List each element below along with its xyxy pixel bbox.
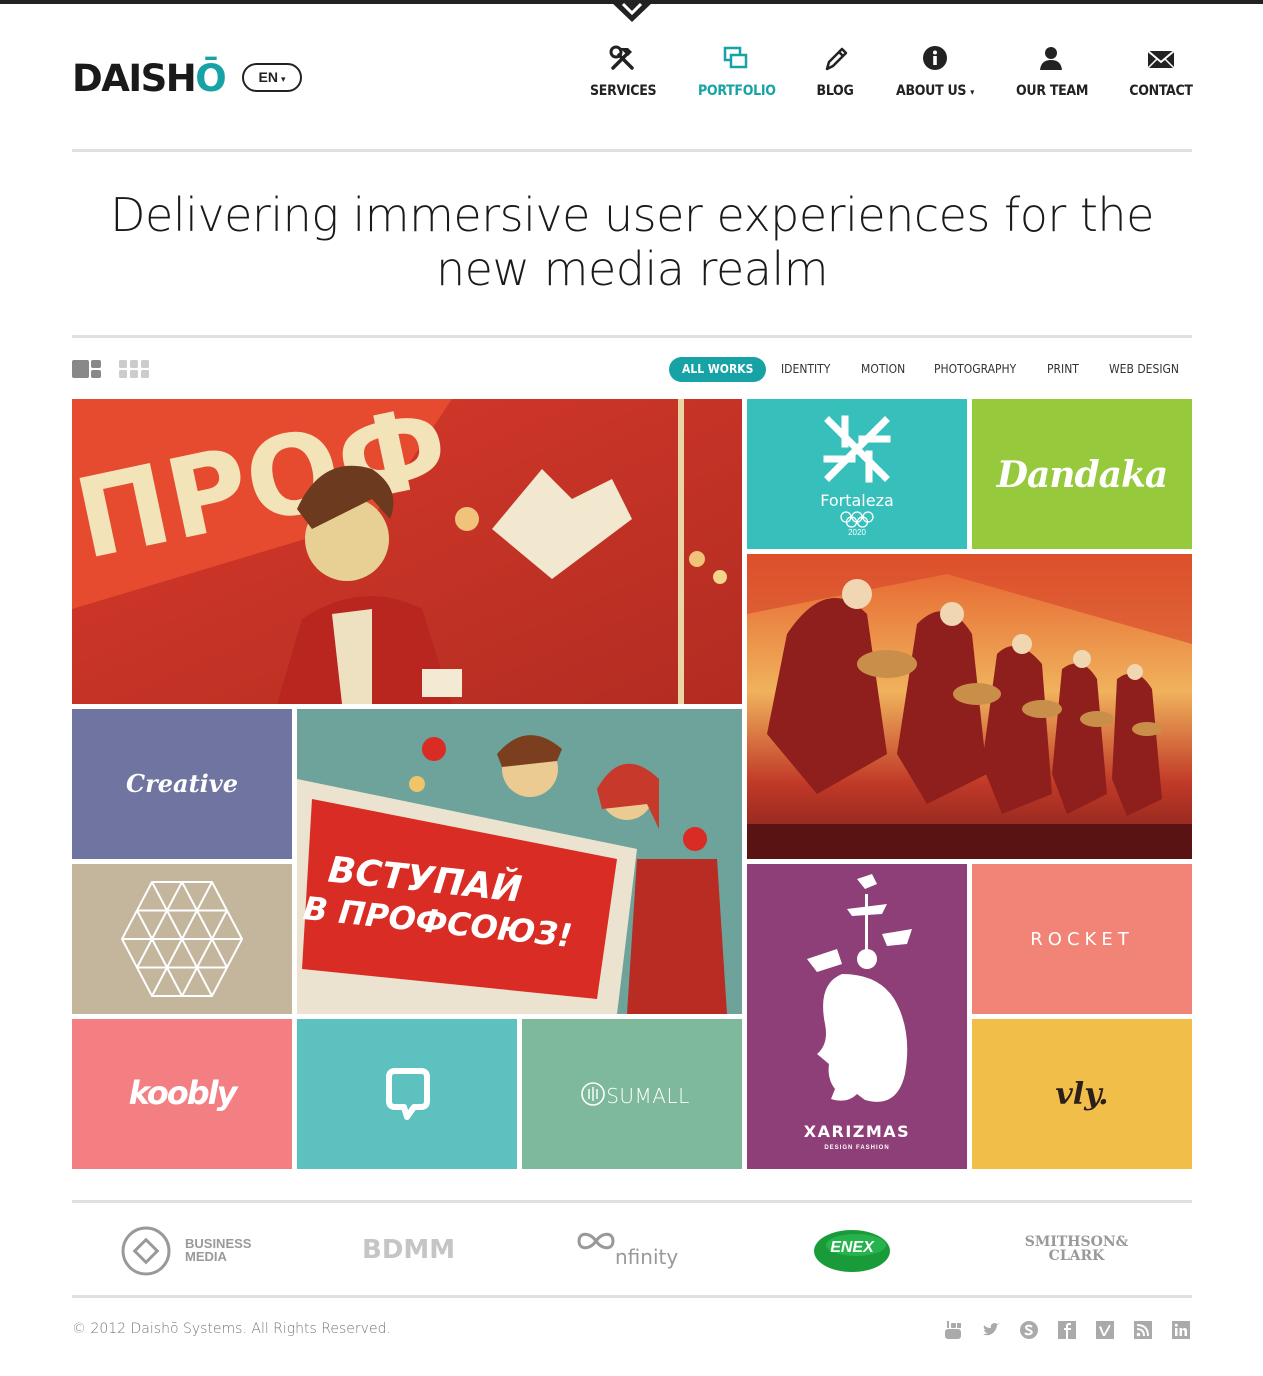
business-media-line2: MEDIA [185,1249,227,1264]
partner-business-media[interactable]: BUSINESS MEDIA [120,1215,270,1287]
filter-print[interactable]: PRINT [1047,357,1079,382]
portfolio-tile-vly[interactable]: vly. [972,1019,1192,1169]
envelope-icon [1147,50,1175,69]
fortaleza-name: Fortaleza [820,491,894,510]
infinity-logo-icon [577,1232,615,1250]
smithson-clark-logo: SMITHSON& CLARK [1024,1235,1129,1263]
nav-our-team-label: OUR TEAM [1016,83,1089,99]
partners-row: BUSINESS MEDIA BDMM nfinity ENEX SMITHSO… [72,1215,1192,1287]
partner-enex[interactable]: ENEX [812,1215,892,1287]
nav-about-us[interactable]: ABOUT US ▾ [894,44,976,104]
nav-services-label: SERVICES [590,83,657,99]
sumall-logo: SUMALL [606,1084,690,1108]
fortaleza-year: 2020 [848,528,866,537]
pencil-icon [825,47,848,71]
filter-web-design[interactable]: WEB DESIGN [1109,357,1179,382]
partner-smithson-clark[interactable]: SMITHSON& CLARK [1024,1215,1129,1287]
smithson-line1: SMITHSON& [1024,1234,1129,1250]
nav-contact-label: CONTACT [1129,83,1193,99]
skype-icon[interactable] [1019,1320,1039,1340]
nav-our-team[interactable]: OUR TEAM [1016,44,1089,104]
divider [72,149,1192,152]
portfolio-tile-creative[interactable]: Creative [72,709,292,859]
partner-infinity[interactable]: nfinity [575,1215,685,1287]
portfolio-tile-hexagon[interactable] [72,864,292,1014]
xarizmas-name: XARIZMAS [803,1122,911,1141]
nav-about-us-text: ABOUT US [896,83,967,99]
portfolio-tile-chat[interactable] [297,1019,517,1169]
headline-line-2: new media realm [435,242,829,296]
portfolio-windows-icon [723,46,748,69]
youtube-icon[interactable] [943,1320,963,1340]
koobly-logo: koobly [128,1074,238,1112]
hammer-wrench-icon [609,45,634,70]
person-icon [1040,47,1062,70]
portfolio-tile-koobly[interactable]: koobly [72,1019,292,1169]
nav-services[interactable]: SERVICES [590,44,657,104]
divider [72,1200,1192,1203]
portfolio-tile-dandaka[interactable]: Dandaka [972,399,1192,549]
portfolio-tile-fortaleza[interactable]: Fortaleza 2020 [747,399,967,549]
poster-illustration: ПРОФ [72,399,742,704]
portfolio-tile-workers-illustration[interactable] [747,554,1192,859]
fortaleza-logo [823,415,891,528]
nav-portfolio-label: PORTFOLIO [698,83,776,99]
chat-bubble-icon [386,1068,430,1120]
copyright-text: © 2012 Daishō Systems. All Rights Reserv… [72,1321,391,1337]
business-media-logo-icon [121,1226,171,1276]
divider [72,335,1192,338]
dandaka-logo: Dandaka [996,454,1169,496]
business-media-name: BUSINESS MEDIA [185,1237,251,1263]
rocket-logo: ROCKET [1030,929,1134,950]
facebook-icon[interactable] [1057,1320,1077,1340]
portfolio-tile-rocket[interactable]: ROCKET [972,864,1192,1014]
filter-all-works[interactable]: ALL WORKS [669,357,767,382]
linkedin-icon[interactable] [1171,1320,1191,1340]
nav-blog[interactable]: BLOG [815,44,855,104]
portfolio-tile-xarizmas[interactable]: XARIZMAS DESIGN FASHION [747,864,967,1169]
twitter-icon[interactable] [981,1320,1001,1340]
smithson-line2: CLARK [1048,1248,1105,1264]
filter-identity[interactable]: IDENTITY [781,357,830,382]
filter-photography[interactable]: PHOTOGRAPHY [934,357,1016,382]
chevron-down-icon: ▾ [970,88,974,98]
partner-bdmm[interactable]: BDMM [362,1215,456,1287]
creative-logo: Creative [126,769,238,798]
divider [72,1295,1192,1298]
infinity-logo-text: nfinity [615,1245,679,1269]
portfolio-filters: ALL WORKS IDENTITY MOTION PHOTOGRAPHY PR… [0,357,1263,382]
chevron-down-icon[interactable] [609,0,655,22]
workers-illustration [747,554,1192,859]
portfolio-tile-poster-profsoyuz[interactable]: ПРОФ [72,399,742,704]
poster-illustration: ВСТУПАЙ В ПРОФСОЮЗ! [297,709,742,1014]
rss-icon[interactable] [1133,1320,1153,1340]
main-navigation: SERVICES PORTFOLIO BLOG ABOUT US ▾ OUR TE… [0,44,1263,104]
enex-logo-text: ENEX [830,1239,874,1256]
page-headline: Delivering immersive user experiences fo… [72,188,1192,296]
nav-about-us-label: ABOUT US ▾ [894,83,976,99]
nav-portfolio[interactable]: PORTFOLIO [698,44,776,104]
hexagon-triangles-logo [120,881,244,997]
nav-contact[interactable]: CONTACT [1128,44,1194,104]
vly-logo: vly. [1055,1077,1109,1112]
portfolio-tile-sumall[interactable]: SUMALL [522,1019,742,1169]
filter-motion[interactable]: MOTION [861,357,905,382]
headline-line-1: Delivering immersive user experiences fo… [110,188,1154,242]
bdmm-logo: BDMM [362,1235,456,1265]
info-icon [923,46,947,70]
vimeo-icon[interactable] [1095,1320,1115,1340]
nav-blog-label: BLOG [816,83,854,99]
portfolio-tile-poster-vstupai[interactable]: ВСТУПАЙ В ПРОФСОЮЗ! [297,709,742,1014]
xarizmas-tagline: DESIGN FASHION [824,1145,890,1151]
